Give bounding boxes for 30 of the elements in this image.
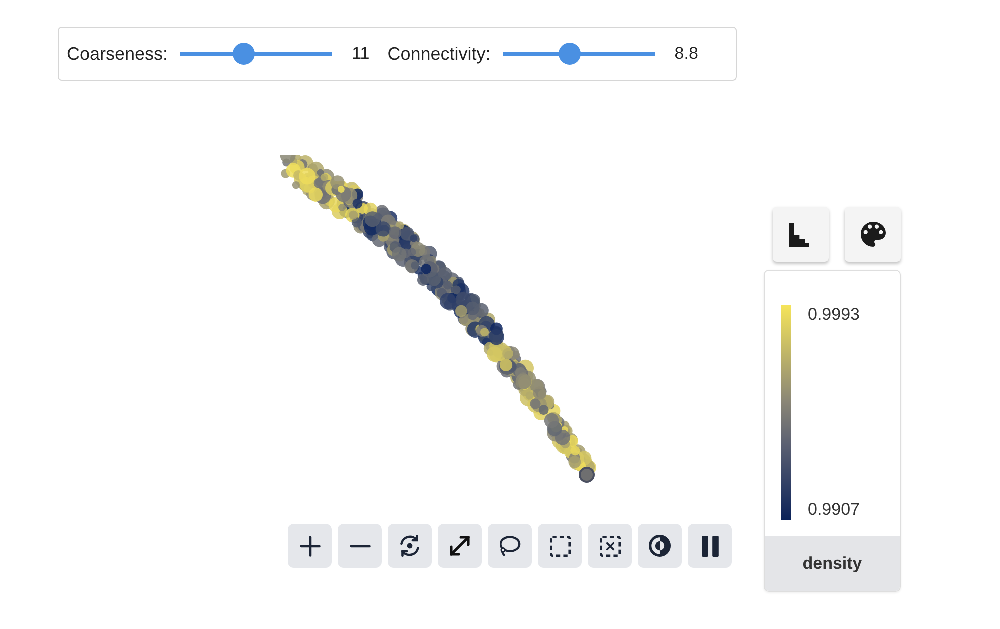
pause-button[interactable] [688,524,732,568]
slider-thumb[interactable] [558,43,581,65]
lasso-select-button[interactable] [488,524,532,568]
slider-value: 8.8 [674,44,698,64]
reset-view-button[interactable] [388,524,432,568]
contrast-icon [649,535,671,557]
slider-value: 11 [352,44,370,64]
dashed-square-x-icon [600,536,620,556]
lasso-icon [500,536,520,556]
diagonal-arrows-icon [450,536,470,556]
minus-icon [350,544,370,548]
slider-label: Coarseness: [67,44,168,64]
dashed-square-icon [550,536,570,556]
zoom-out-button[interactable] [338,524,382,568]
zoom-in-button[interactable] [288,524,332,568]
legend-title: density [802,554,862,574]
plus-icon [300,536,320,556]
palette-button[interactable] [845,207,901,262]
histogram-button[interactable] [773,207,829,262]
legend-max-label: 0.9993 [808,305,860,325]
palette-icon [860,222,886,247]
rotate-icon [400,535,420,557]
pause-icon [702,536,718,556]
slider-thumb[interactable] [233,43,256,65]
contrast-button[interactable] [638,524,682,568]
slider-label: Connectivity: [388,44,491,64]
fit-view-button[interactable] [438,524,482,568]
clear-selection-button[interactable] [588,524,632,568]
legend-min-label: 0.9907 [808,500,860,520]
box-select-button[interactable] [538,524,582,568]
